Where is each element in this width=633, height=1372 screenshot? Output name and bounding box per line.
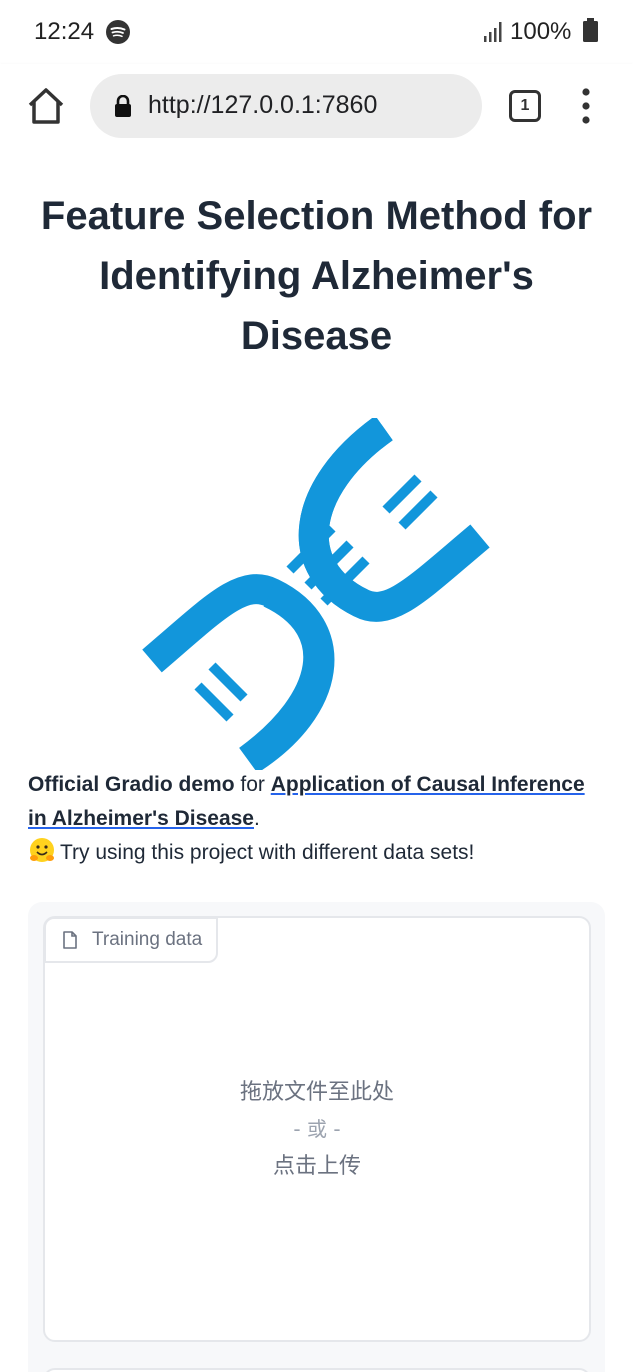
- page-content: Feature Selection Method for Identifying…: [0, 156, 633, 1372]
- browser-toolbar: http://127.0.0.1:7860 1: [0, 64, 633, 156]
- or-separator: - 或 -: [293, 1117, 341, 1141]
- more-vert-icon[interactable]: [576, 86, 596, 126]
- training-data-upload[interactable]: Training data 拖放文件至此处 - 或 - 点击上传: [43, 916, 591, 1342]
- next-component: [43, 1368, 591, 1372]
- dna-icon: [142, 418, 490, 770]
- address-bar[interactable]: http://127.0.0.1:7860: [90, 74, 482, 138]
- description-period: .: [254, 807, 260, 830]
- tab-switcher-button[interactable]: 1: [509, 90, 541, 122]
- battery-level: 100%: [510, 18, 572, 45]
- signal-icon: [484, 22, 502, 42]
- spotify-icon: [106, 20, 130, 44]
- description-hint: Try using this project with different da…: [60, 841, 475, 864]
- status-bar: 12:24 100%: [0, 0, 633, 64]
- input-panel: Training data 拖放文件至此处 - 或 - 点击上传: [28, 902, 605, 1372]
- drop-files-text: 拖放文件至此处: [239, 1080, 394, 1105]
- url-text: http://127.0.0.1:7860: [148, 91, 378, 119]
- description-for: for: [234, 773, 271, 796]
- status-time: 12:24: [34, 18, 95, 45]
- upload-label-text: Training data: [92, 929, 203, 950]
- upload-label: Training data: [44, 917, 219, 963]
- file-icon: [63, 931, 77, 949]
- click-upload-text: 点击上传: [272, 1154, 361, 1179]
- description-lead: Official Gradio demo: [28, 773, 235, 796]
- home-icon[interactable]: [24, 84, 68, 128]
- description: Official Gradio demo for Application of …: [28, 768, 608, 870]
- page-title: Feature Selection Method for Identifying…: [40, 194, 593, 358]
- lock-icon: [115, 95, 131, 117]
- drop-zone-text[interactable]: 拖放文件至此处 - 或 - 点击上传: [45, 1074, 589, 1185]
- hugging-face-icon: [30, 838, 54, 862]
- battery-icon: [583, 18, 598, 42]
